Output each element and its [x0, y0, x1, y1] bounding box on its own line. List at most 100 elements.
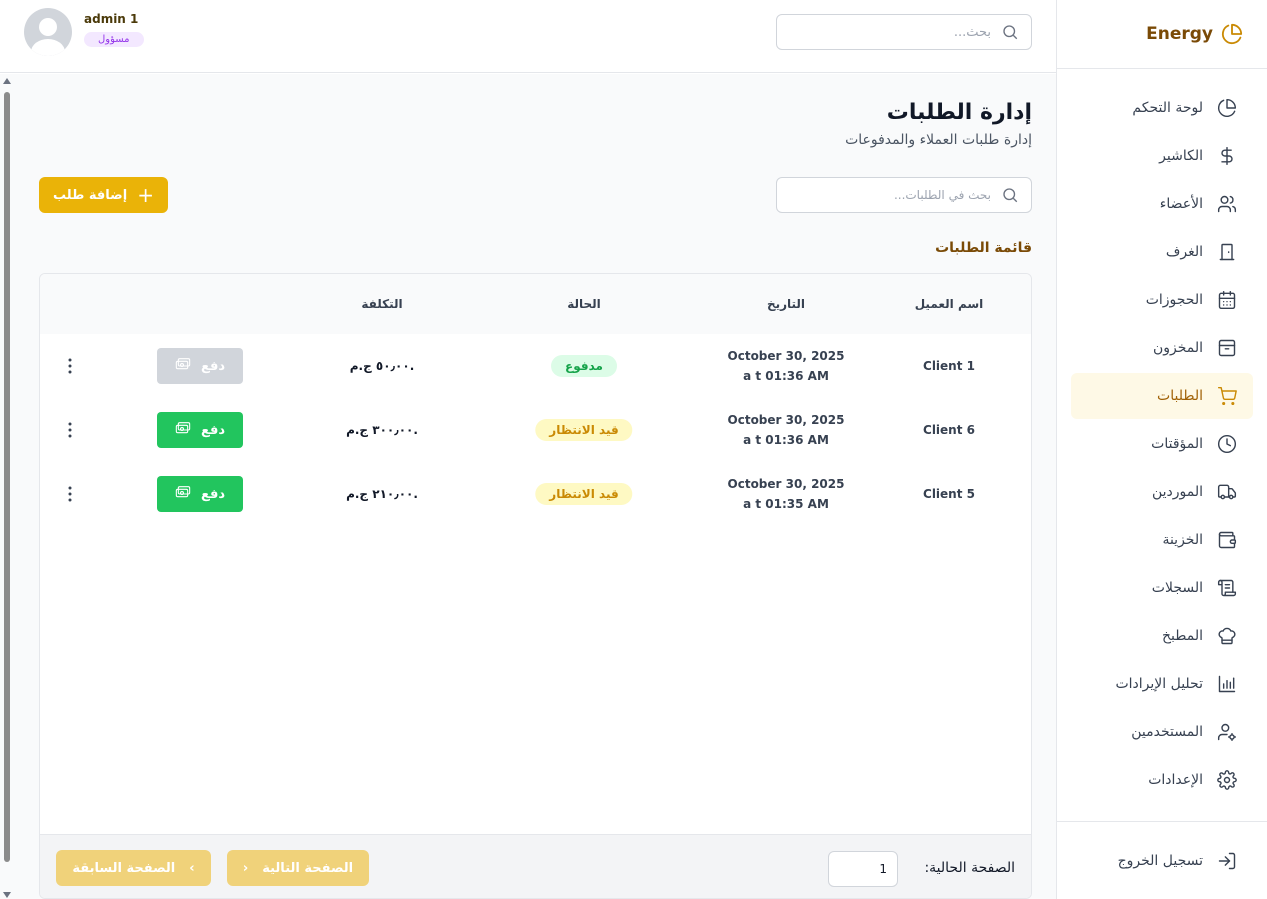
sidebar-item-users[interactable]: الأعضاء: [1071, 181, 1253, 227]
bar-chart-icon: [1217, 674, 1237, 694]
dollar-icon: [1217, 146, 1237, 166]
orders-table: اسم العميل التاريخ الحالة التكلفة Client…: [39, 273, 1032, 899]
money-icon: [175, 357, 191, 375]
page-title: إدارة الطلبات: [886, 100, 1032, 125]
sidebar-item-chef-hat[interactable]: المطبخ: [1071, 613, 1253, 659]
sidebar-item-label: تحليل الإيرادات: [1115, 676, 1203, 692]
sidebar-item-clock[interactable]: المؤقتات: [1071, 421, 1253, 467]
order-date: October 30, 2025 a t 01:36 AM: [727, 413, 845, 447]
pay-button[interactable]: دفع: [157, 412, 243, 448]
sidebar: Energy لوحة التحكم الكاشير الأعضاء الغرف الح…: [1056, 0, 1267, 899]
sidebar-item-user-cog[interactable]: المستخدمين: [1071, 709, 1253, 755]
pay-label: دفع: [200, 422, 226, 438]
add-order-label: إضافة طلب: [53, 187, 128, 203]
sidebar-item-label: المخزون: [1152, 340, 1203, 356]
cart-icon: [1217, 386, 1237, 406]
add-order-button[interactable]: + إضافة طلب: [39, 177, 168, 213]
sidebar-item-dollar[interactable]: الكاشير: [1071, 133, 1253, 179]
client-name: Client 1: [923, 359, 975, 373]
sidebar-item-label: المؤقتات: [1151, 436, 1203, 452]
sidebar-item-calendar[interactable]: الحجوزات: [1071, 277, 1253, 323]
user-menu[interactable]: admin 1 مسؤول: [24, 8, 144, 56]
clock-icon: [1217, 434, 1237, 454]
pay-button[interactable]: دفع: [157, 476, 243, 512]
logout-button[interactable]: تسجيل الخروج: [1071, 838, 1253, 884]
orders-search-placeholder: بحث في الطلبات...: [893, 188, 991, 202]
table-header: اسم العميل التاريخ الحالة التكلفة: [40, 274, 1031, 334]
sidebar-item-truck[interactable]: الموردين: [1071, 469, 1253, 515]
gear-icon: [1217, 770, 1237, 790]
plus-icon: +: [137, 183, 154, 207]
pay-button[interactable]: دفع: [157, 348, 243, 384]
scroll-thumb[interactable]: [4, 92, 10, 862]
sidebar-item-gear[interactable]: الإعدادات: [1071, 757, 1253, 803]
table-row: Client 6 October 30, 2025 a t 01:36 AM قيد…: [40, 398, 1031, 462]
sidebar-item-label: الموردين: [1151, 484, 1203, 500]
sidebar-item-label: الطلبات: [1157, 388, 1203, 404]
user-cog-icon: [1217, 722, 1237, 742]
sidebar-nav: لوحة التحكم الكاشير الأعضاء الغرف الحجوزات ال…: [1057, 69, 1267, 803]
brand[interactable]: Energy: [1057, 0, 1267, 69]
status-badge: قيد الانتظار: [535, 419, 633, 441]
sidebar-item-label: الأعضاء: [1159, 196, 1203, 212]
global-search-input[interactable]: بحث...: [776, 14, 1032, 50]
sidebar-item-label: الغرف: [1165, 244, 1203, 260]
calendar-icon: [1217, 290, 1237, 310]
sidebar-item-label: السجلات: [1151, 580, 1203, 596]
scrollbar[interactable]: [3, 78, 11, 899]
door-icon: [1217, 242, 1237, 262]
scroll-up-arrow[interactable]: [3, 78, 11, 84]
scroll-down-arrow[interactable]: [3, 892, 11, 898]
main-content: إدارة الطلبات إدارة طلبات العملاء والمدف…: [0, 74, 1056, 899]
header-date: التاريخ: [766, 297, 806, 311]
order-date: October 30, 2025 a t 01:36 AM: [727, 349, 845, 383]
sidebar-item-scroll[interactable]: السجلات: [1071, 565, 1253, 611]
orders-search-input[interactable]: بحث في الطلبات...: [776, 177, 1032, 213]
status-badge: مدفوع: [551, 355, 617, 377]
chevron-right-icon: ›: [189, 860, 195, 876]
pay-button-wrap: دفع: [157, 476, 243, 512]
sidebar-item-pie-chart[interactable]: لوحة التحكم: [1071, 85, 1253, 131]
previous-page-button[interactable]: › الصفحة السابقة: [56, 850, 211, 886]
pay-button-wrap: دفع: [157, 412, 243, 448]
order-cost: ٣٠٠٫٠٠ ج.م.: [346, 423, 418, 437]
next-page-button[interactable]: الصفحة التالية ‹: [227, 850, 369, 886]
client-name: Client 5: [923, 487, 975, 501]
money-icon: [175, 421, 191, 439]
header-status: الحالة: [567, 297, 601, 311]
logout-label: تسجيل الخروج: [1117, 853, 1203, 869]
sidebar-item-cart[interactable]: الطلبات: [1071, 373, 1253, 419]
more-vertical-icon: [68, 486, 72, 502]
chef-hat-icon: [1217, 626, 1237, 646]
sidebar-item-wallet[interactable]: الخزينة: [1071, 517, 1253, 563]
pay-label: دفع: [200, 486, 226, 502]
pay-button-wrap: دفع: [157, 348, 243, 384]
header-client: اسم العميل: [914, 297, 984, 311]
client-name: Client 6: [923, 423, 975, 437]
row-actions-menu[interactable]: [68, 486, 72, 502]
logout-icon: [1217, 851, 1237, 871]
sidebar-item-label: الكاشير: [1159, 148, 1203, 164]
row-actions-menu[interactable]: [68, 358, 72, 374]
header-cost: التكلفة: [361, 297, 403, 311]
role-badge: مسؤول: [84, 32, 144, 47]
page-subtitle: إدارة طلبات العملاء والمدفوعات: [845, 132, 1032, 148]
pay-label: دفع: [200, 358, 226, 374]
orders-list-title: قائمة الطلبات: [935, 240, 1032, 256]
money-icon: [175, 485, 191, 503]
brand-name: Energy: [1146, 24, 1213, 44]
table-row: Client 1 October 30, 2025 a t 01:36 AM مدف…: [40, 334, 1031, 398]
wallet-icon: [1217, 530, 1237, 550]
sidebar-item-door[interactable]: الغرف: [1071, 229, 1253, 275]
sidebar-item-bar-chart[interactable]: تحليل الإيرادات: [1071, 661, 1253, 707]
sidebar-footer: تسجيل الخروج: [1057, 821, 1267, 899]
row-actions-menu[interactable]: [68, 422, 72, 438]
order-cost: ٥٠٫٠٠ ج.م.: [349, 359, 415, 373]
chevron-left-icon: ‹: [242, 860, 249, 876]
next-page-label: الصفحة التالية: [262, 860, 354, 876]
sidebar-item-label: الإعدادات: [1148, 772, 1203, 788]
users-icon: [1217, 194, 1237, 214]
sidebar-item-box[interactable]: المخزون: [1071, 325, 1253, 371]
table-row: Client 5 October 30, 2025 a t 01:35 AM قيد…: [40, 462, 1031, 526]
current-page-input[interactable]: 1: [828, 851, 898, 887]
